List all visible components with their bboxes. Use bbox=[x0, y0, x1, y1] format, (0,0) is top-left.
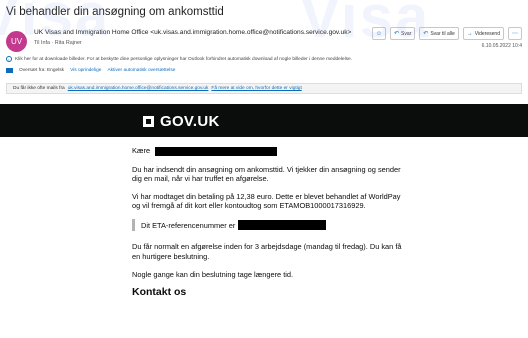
external-sender-prefix: Du får ikke ofte mails fra bbox=[13, 86, 65, 91]
forward-icon: → bbox=[466, 30, 473, 37]
more-icon: ⋯ bbox=[512, 31, 518, 37]
auto-translate-link[interactable]: Aktiver automatisk oversættelse bbox=[107, 68, 175, 73]
govuk-header: GOV.UK bbox=[0, 104, 528, 137]
contact-heading: Kontakt os bbox=[132, 285, 187, 298]
reply-label: Svar bbox=[401, 30, 412, 37]
more-button[interactable]: ⋯ bbox=[508, 27, 522, 40]
show-original-link[interactable]: Vis oprindelige bbox=[70, 68, 101, 73]
forward-label: Videresend bbox=[474, 30, 500, 37]
greeting-line: Kære bbox=[132, 146, 402, 156]
forward-button[interactable]: → Videresend bbox=[462, 27, 504, 40]
reference-label: Dit ETA-referencenummer er bbox=[141, 220, 236, 230]
reply-button[interactable]: ↶ Svar bbox=[389, 27, 416, 40]
govuk-brand: GOV.UK bbox=[160, 113, 220, 130]
paragraph-2: Vi har modtaget din betaling på 12,38 eu… bbox=[132, 191, 401, 211]
email-body: Kære Du har indsendt din ansøgning om an… bbox=[132, 146, 402, 297]
image-blocked-text: Klik her for at downloade billeder. For … bbox=[15, 56, 353, 62]
reply-all-icon: ↶ bbox=[423, 31, 429, 37]
reference-inset: Dit ETA-referencenummer er bbox=[132, 219, 402, 232]
reply-all-button[interactable]: ↶ Svar til alle bbox=[419, 27, 459, 40]
translate-bar: Oversæt fra: Engelsk Vis oprindelige Akt… bbox=[6, 68, 175, 73]
redacted-reference bbox=[238, 220, 327, 231]
learn-more-link[interactable]: Få mere at vide om, hvorfor dette er vig… bbox=[211, 86, 301, 91]
reply-all-label: Svar til alle bbox=[430, 30, 455, 37]
paragraph-1: Du har indsendt din ansøgning om ankomst… bbox=[132, 164, 401, 183]
paragraph-4: Nogle gange kan din beslutning tage læng… bbox=[132, 269, 294, 279]
recipient-line: Til Infa · Rita Rajner bbox=[34, 40, 82, 46]
image-blocked-notice[interactable]: i Klik her for at downloade billeder. Fo… bbox=[6, 56, 352, 62]
sender-address[interactable]: UK Visas and Immigration Home Office <uk… bbox=[34, 29, 351, 36]
watermark: Visa bbox=[300, 0, 431, 50]
avatar[interactable]: UV bbox=[6, 31, 27, 52]
message-actions: ☺ ↶ Svar ↶ Svar til alle → Videresend ⋯ bbox=[371, 27, 522, 40]
greeting: Kære bbox=[132, 146, 151, 155]
external-sender-banner: Du får ikke ofte mails fra uk.visas.and.… bbox=[6, 83, 522, 94]
govuk-logo: GOV.UK bbox=[143, 113, 220, 130]
crown-icon bbox=[143, 116, 154, 127]
external-sender-address[interactable]: uk.visas.and.immigration.home.office@not… bbox=[68, 86, 209, 91]
paragraph-3: Du får normalt en afgørelse inden for 3 … bbox=[132, 242, 402, 261]
translate-from-label: Oversæt fra: Engelsk bbox=[19, 68, 65, 73]
redacted-name bbox=[155, 146, 278, 156]
email-subject: Vi behandler din ansøgning om ankomsttid bbox=[6, 6, 224, 18]
reply-icon: ↶ bbox=[393, 31, 400, 37]
translate-icon bbox=[6, 68, 13, 73]
smiley-icon: ☺ bbox=[375, 30, 382, 37]
timestamp: 6.10.05.2022 10:4 bbox=[481, 43, 522, 49]
info-icon: i bbox=[6, 56, 12, 62]
react-button[interactable]: ☺ bbox=[371, 27, 386, 40]
